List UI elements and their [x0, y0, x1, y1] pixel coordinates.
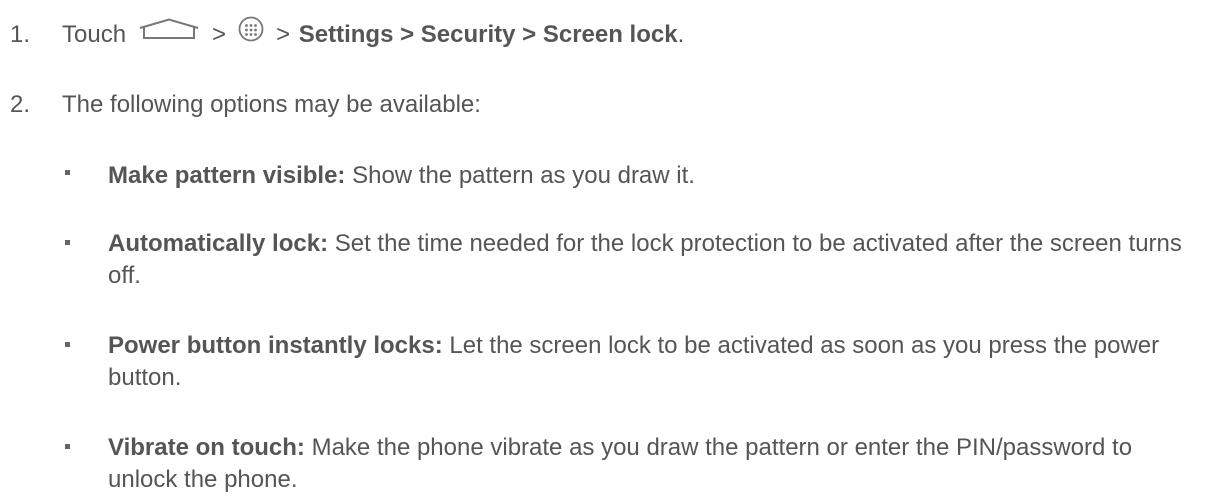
- home-icon: [138, 18, 200, 47]
- step-text: The following options may be available:: [62, 91, 481, 118]
- apps-icon: [238, 16, 264, 49]
- separator: >: [276, 20, 291, 48]
- bullet-icon: [65, 170, 70, 175]
- step-1: 1. Touch > > Settings > Security > Screen l…: [10, 16, 685, 52]
- option-term: Automatically lock:: [108, 230, 329, 257]
- bullet-icon: [65, 240, 70, 245]
- bullet-icon: [65, 444, 70, 449]
- option-term: Make pattern visible:: [108, 162, 346, 189]
- step-suffix: .: [677, 20, 685, 48]
- option-text: Vibrate on touch: Make the phone vibrate…: [108, 432, 1188, 496]
- step-number: 2.: [10, 91, 31, 118]
- option-description: Show the pattern as you draw it.: [345, 162, 695, 189]
- separator: >: [212, 20, 227, 48]
- option-term: Vibrate on touch:: [108, 434, 305, 461]
- option-text: Power button instantly locks: Let the sc…: [108, 330, 1188, 394]
- step-number: 1.: [10, 20, 31, 48]
- bullet-icon: [65, 342, 70, 347]
- option-term: Power button instantly locks:: [108, 332, 443, 359]
- option-text: Make pattern visible: Show the pattern a…: [108, 160, 1188, 192]
- settings-path: Settings > Security > Screen lock: [298, 20, 678, 48]
- step-2: 2. The following options may be available…: [10, 91, 481, 119]
- option-text: Automatically lock: Set the time needed …: [108, 228, 1188, 292]
- step-prefix: Touch: [62, 20, 127, 48]
